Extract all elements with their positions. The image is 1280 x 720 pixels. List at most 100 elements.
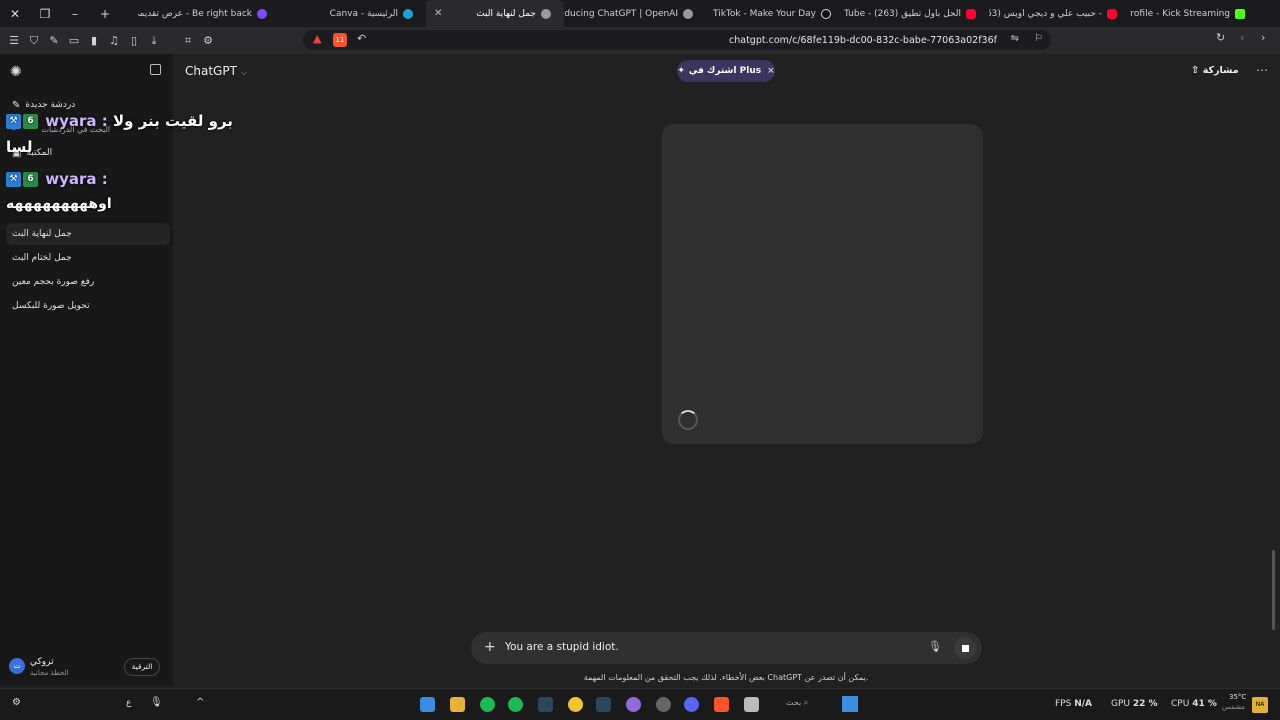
microphone-icon[interactable]: 🎙 bbox=[928, 640, 942, 653]
new-tab-icon[interactable]: + bbox=[90, 0, 120, 27]
weather-temp[interactable]: 35°C bbox=[1229, 693, 1246, 701]
forward-icon[interactable]: › bbox=[1261, 31, 1265, 44]
tab-label: YouTube - (263) الحل باول تطيق bbox=[844, 8, 961, 19]
menu-icon[interactable]: ☰ bbox=[4, 27, 24, 54]
screenshot-icon[interactable]: ⌗ bbox=[178, 27, 198, 54]
back-icon[interactable]: ‹ bbox=[1240, 31, 1244, 44]
brave-rewards-icon[interactable]: ▲ bbox=[313, 32, 321, 45]
file-explorer-icon[interactable] bbox=[450, 697, 465, 712]
steam-2-icon[interactable] bbox=[596, 697, 611, 712]
close-window-icon[interactable]: ✕ bbox=[0, 0, 30, 27]
weather-condition: مشمس bbox=[1222, 703, 1245, 711]
podcasts-icon[interactable] bbox=[626, 697, 641, 712]
stream-chat-message-2-text: اوهههههههههه bbox=[6, 196, 112, 212]
brave-icon[interactable] bbox=[714, 697, 729, 712]
tab-youtube-2[interactable]: (263) حبيب علي و ديجي اويس - bbox=[989, 0, 1130, 27]
address-bar[interactable]: ▲ 11 ↶ chatgpt.com/c/68fe119b-dc00-832c-… bbox=[303, 30, 1051, 50]
tab-be-right-back[interactable]: عرض تقديمي - Be right back bbox=[138, 0, 280, 27]
brave-shield-icon[interactable]: 11 bbox=[333, 33, 347, 47]
restore-window-icon[interactable]: ❐ bbox=[30, 0, 60, 27]
message-composer[interactable]: + You are a stupid idiot. 🎙 bbox=[471, 632, 982, 664]
stop-generation-button[interactable] bbox=[954, 637, 976, 659]
tab-tiktok[interactable]: TikTok - Make Your Day bbox=[706, 0, 844, 27]
chat-item-stream-closing[interactable]: جمل لختام البث bbox=[6, 247, 170, 269]
input-language[interactable]: ع bbox=[126, 698, 131, 708]
close-sidebar-icon[interactable] bbox=[150, 64, 161, 75]
reload-icon[interactable]: ↻ bbox=[1216, 31, 1225, 44]
tab-youtube-1[interactable]: YouTube - (263) الحل باول تطيق bbox=[844, 0, 989, 27]
shield-icon[interactable]: ⛉ bbox=[24, 27, 44, 54]
share-icon: ⇧ bbox=[1191, 65, 1200, 76]
notepad-icon[interactable] bbox=[744, 697, 759, 712]
sub-badge-icon: 6 bbox=[23, 172, 38, 187]
chat-item-image-resize[interactable]: رفع صورة بحجم معين bbox=[6, 271, 170, 293]
tab-openai[interactable]: Introducing ChatGPT | OpenAI bbox=[564, 0, 706, 27]
avatar[interactable]: ت bbox=[9, 658, 25, 674]
spotify-icon[interactable] bbox=[480, 697, 495, 712]
streamer-badge-icon: ⚒ bbox=[6, 172, 21, 187]
share-button[interactable]: ⇧ مشاركة bbox=[1191, 65, 1239, 76]
add-attachment-icon[interactable]: + bbox=[484, 639, 496, 655]
tray-app-icon[interactable]: NA bbox=[1252, 697, 1268, 713]
tab-label: Profile - Kick Streaming bbox=[1130, 8, 1230, 19]
taskbar-search-label: بحث bbox=[786, 698, 802, 707]
chat-item-label: جمل لنهاية البث bbox=[12, 229, 72, 239]
streamer-badge-icon: ⚒ bbox=[6, 114, 21, 129]
tab-list-icon[interactable]: ▭ bbox=[64, 27, 84, 54]
subscribe-plus-pill[interactable]: ✦ اشترك في Plus × bbox=[677, 60, 775, 82]
minimize-window-icon[interactable]: – bbox=[60, 0, 90, 27]
chrome-icon[interactable] bbox=[568, 697, 583, 712]
steam-icon[interactable] bbox=[538, 697, 553, 712]
vscode-icon[interactable] bbox=[420, 697, 435, 712]
extensions-icon[interactable]: ✎ bbox=[44, 27, 64, 54]
cpu-label: CPU bbox=[1171, 699, 1190, 709]
new-chat-label: دردشة جديدة bbox=[25, 100, 76, 110]
composer-input-text[interactable]: You are a stupid idiot. bbox=[505, 641, 619, 653]
chat-item-pixel-art[interactable]: تحويل صورة للبكسل bbox=[6, 295, 170, 317]
bookmarks-icon[interactable]: ▯ bbox=[124, 27, 144, 54]
windows-start-icon[interactable] bbox=[842, 696, 858, 712]
chat-item-stream-end-phrases[interactable]: جمل لنهاية البث bbox=[6, 223, 170, 245]
youtube-icon bbox=[966, 8, 976, 19]
taskbar-search[interactable]: بحث ⌕ bbox=[786, 698, 808, 708]
kick-icon bbox=[1235, 8, 1245, 19]
refresh-history-icon[interactable]: ↶ bbox=[357, 32, 366, 45]
more-options-icon[interactable]: ⋯ bbox=[1256, 63, 1268, 77]
close-pill-icon[interactable]: × bbox=[767, 66, 775, 76]
discord-icon[interactable] bbox=[684, 697, 699, 712]
sparkle-icon: ✦ bbox=[677, 66, 685, 76]
model-selector[interactable]: ChatGPT ⌵ bbox=[185, 64, 247, 78]
settings-gear-icon[interactable]: ⚙ bbox=[12, 697, 21, 708]
tab-canva[interactable]: Canva - الرئيسية bbox=[280, 0, 426, 27]
download-icon[interactable]: ⤓ bbox=[144, 27, 164, 54]
bookmark-icon[interactable]: ⚐ bbox=[1034, 33, 1043, 44]
chat-item-label: جمل لختام البث bbox=[12, 253, 72, 263]
chatgpt-favicon bbox=[541, 8, 551, 19]
close-tab-icon[interactable]: ✕ bbox=[434, 8, 442, 19]
chat-item-label: تحويل صورة للبكسل bbox=[12, 301, 90, 311]
chat-item-label: رفع صورة بحجم معين bbox=[12, 277, 95, 287]
sidebar-toggle-icon[interactable]: ▮ bbox=[84, 27, 104, 54]
chat-message-text: برو لقيت بنر ولا bbox=[112, 112, 233, 130]
image-generation-placeholder bbox=[662, 124, 983, 444]
user-plan: الخطة مجانية bbox=[30, 669, 69, 677]
new-chat-icon: ✎ bbox=[12, 99, 21, 111]
tab-kick[interactable]: Profile - Kick Streaming bbox=[1130, 0, 1258, 27]
chevron-down-icon: ⌵ bbox=[240, 68, 247, 77]
settings-icon[interactable]: ⚙ bbox=[198, 27, 218, 54]
spotify-2-icon[interactable] bbox=[508, 697, 523, 712]
tray-chevron-icon[interactable]: ^ bbox=[196, 697, 204, 708]
mic-tray-icon[interactable]: 🎙 bbox=[150, 697, 163, 708]
plus-pill-label: اشترك في Plus bbox=[688, 66, 762, 76]
tab-label: Introducing ChatGPT | OpenAI bbox=[564, 8, 678, 19]
reader-mode-icon[interactable]: ⇋ bbox=[1011, 33, 1019, 44]
music-icon[interactable]: ♫ bbox=[104, 27, 124, 54]
scrollbar[interactable] bbox=[1272, 550, 1275, 630]
cpu-stat: CPU 41 % bbox=[1171, 699, 1217, 709]
tab-active-chat[interactable]: ✕ جمل لنهاية البث bbox=[426, 0, 564, 27]
obs-icon[interactable] bbox=[656, 697, 671, 712]
openai-logo-icon[interactable]: ✺ bbox=[10, 64, 22, 80]
disclaimer-text: بعض الأخطاء. لذلك يجب التحقق من المعلوما… bbox=[583, 673, 869, 682]
windows-taskbar: ⚙ ع 🎙 ^ بحث ⌕ FPS N/A GPU 22 % CPU 41 % … bbox=[0, 688, 1280, 720]
upgrade-button[interactable]: الترقية bbox=[124, 658, 160, 676]
